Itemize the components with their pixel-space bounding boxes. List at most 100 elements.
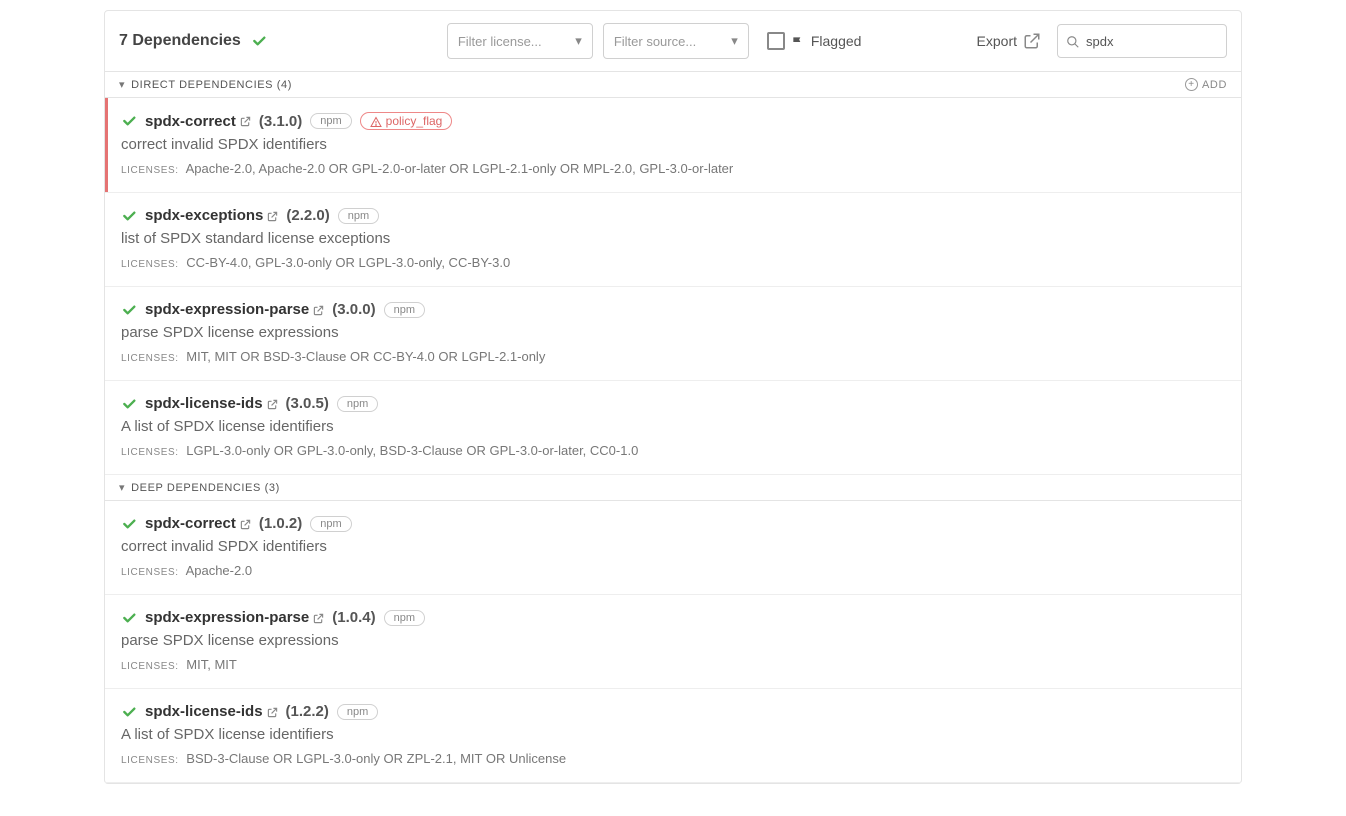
licenses-value: Apache-2.0, Apache-2.0 OR GPL-2.0-or-lat… — [186, 161, 734, 176]
dependency-version: (2.2.0) — [286, 207, 329, 224]
dependency-name-link[interactable]: spdx-correct — [145, 515, 251, 532]
source-pill: npm — [384, 610, 425, 626]
status-check-icon — [251, 33, 267, 49]
external-link-icon — [240, 113, 251, 130]
dependency-licenses: LICENSES: CC-BY-4.0, GPL-3.0-only OR LGP… — [121, 255, 1225, 270]
flag-label: policy_flag — [386, 114, 443, 128]
licenses-value: CC-BY-4.0, GPL-3.0-only OR LGPL-3.0-only… — [186, 255, 510, 270]
dependency-name-link[interactable]: spdx-correct — [145, 113, 251, 130]
status-check-icon — [121, 396, 137, 412]
dependency-description: correct invalid SPDX identifiers — [121, 136, 1225, 153]
search-box[interactable] — [1057, 24, 1227, 58]
filter-license-select[interactable]: Filter license... ▾ — [447, 23, 593, 59]
dependency-header: spdx-correct(1.0.2)npm — [121, 515, 1225, 532]
status-check-icon — [121, 516, 137, 532]
dependency-name-link[interactable]: spdx-expression-parse — [145, 609, 324, 626]
caret-down-icon: ▾ — [119, 78, 125, 91]
search-input[interactable] — [1086, 34, 1218, 49]
section-header[interactable]: ▾ DEEP DEPENDENCIES (3) — [105, 475, 1241, 501]
section-title: DEEP DEPENDENCIES (3) — [131, 482, 280, 494]
status-check-icon — [121, 113, 137, 129]
source-pill: npm — [338, 208, 379, 224]
source-pill: npm — [310, 113, 351, 129]
dependency-row: spdx-correct(1.0.2)npmcorrect invalid SP… — [105, 501, 1241, 595]
flagged-label: Flagged — [811, 33, 862, 49]
dependency-header: spdx-correct (3.1.0) npm policy_flag — [121, 112, 1225, 130]
status-check-icon — [121, 610, 137, 626]
external-link-icon — [267, 395, 278, 412]
licenses-value: Apache-2.0 — [186, 563, 253, 578]
licenses-label: LICENSES: — [121, 567, 179, 578]
flagged-checkbox[interactable] — [767, 32, 785, 50]
dependency-description: correct invalid SPDX identifiers — [121, 538, 1225, 555]
external-link-icon — [240, 515, 251, 532]
licenses-value: MIT, MIT — [186, 657, 237, 672]
licenses-label: LICENSES: — [121, 661, 179, 672]
add-button[interactable]: + ADD — [1185, 78, 1227, 91]
filter-license-placeholder: Filter license... — [458, 34, 542, 49]
dependency-version: (3.1.0) — [259, 113, 302, 130]
caret-down-icon: ▾ — [119, 481, 125, 494]
panel-header: 7 Dependencies Filter license... ▾ Filte… — [105, 11, 1241, 72]
caret-down-icon: ▾ — [575, 33, 582, 49]
dependency-name: spdx-exceptions — [145, 207, 263, 224]
source-pill: npm — [337, 396, 378, 412]
dependency-name: spdx-expression-parse — [145, 609, 309, 626]
export-label: Export — [977, 33, 1017, 49]
dependency-version: (1.0.4) — [332, 609, 375, 626]
dependency-version: (1.0.2) — [259, 515, 302, 532]
filter-source-select[interactable]: Filter source... ▾ — [603, 23, 749, 59]
dependency-row: spdx-exceptions(2.2.0)npmlist of SPDX st… — [105, 193, 1241, 287]
dependency-name-link[interactable]: spdx-exceptions — [145, 207, 278, 224]
licenses-label: LICENSES: — [121, 447, 179, 458]
filter-source-placeholder: Filter source... — [614, 34, 696, 49]
dependency-version: (3.0.0) — [332, 301, 375, 318]
dependency-row: spdx-license-ids(3.0.5)npm A list of SPDX… — [105, 381, 1241, 475]
dependency-row: spdx-expression-parse(3.0.0)npmparse SPD… — [105, 287, 1241, 381]
dependency-row: spdx-correct (3.1.0) npm policy_flagcorrect… — [105, 98, 1241, 193]
external-link-icon — [267, 207, 278, 224]
dependency-name-link[interactable]: spdx-expression-parse — [145, 301, 324, 318]
dependency-name-link[interactable]: spdx-license-ids — [145, 703, 278, 720]
external-link-icon — [267, 703, 278, 720]
caret-down-icon: ▾ — [731, 33, 738, 49]
add-label: ADD — [1202, 79, 1227, 91]
dependency-header: spdx-license-ids(3.0.5)npm — [121, 395, 1225, 412]
section-title: DIRECT DEPENDENCIES (4) — [131, 79, 292, 91]
dependency-version: (1.2.2) — [286, 703, 329, 720]
dependency-name: spdx-license-ids — [145, 395, 263, 412]
status-check-icon — [121, 302, 137, 318]
licenses-label: LICENSES: — [121, 165, 179, 176]
dependency-description: A list of SPDX license identifiers — [121, 418, 1225, 435]
dependency-row: spdx-expression-parse (1.0.4) npm parse SPD… — [105, 595, 1241, 689]
external-link-icon — [313, 609, 324, 626]
flag-icon — [791, 33, 805, 49]
dependency-header: spdx-expression-parse (3.0.0) npm — [121, 301, 1225, 318]
dependency-row: spdx-license-ids(1.2.2)npmA list of SPDX… — [105, 689, 1241, 783]
dependency-licenses: LICENSES: MIT, MIT OR BSD-3-Clause OR CC… — [121, 349, 1225, 364]
search-icon — [1066, 33, 1080, 49]
dependencies-panel: 7 Dependencies Filter license... ▾ Filte… — [104, 10, 1242, 784]
plus-icon: + — [1185, 78, 1198, 91]
page-title: 7 Dependencies — [119, 32, 241, 50]
licenses-value: LGPL-3.0-only OR GPL-3.0-only, BSD-3-Cla… — [186, 443, 638, 458]
licenses-label: LICENSES: — [121, 755, 179, 766]
section-header[interactable]: ▾ DIRECT DEPENDENCIES (4) + ADD — [105, 72, 1241, 98]
licenses-value: MIT, MIT OR BSD-3-Clause OR CC-BY-4.0 OR… — [186, 349, 545, 364]
source-pill: npm — [384, 302, 425, 318]
export-icon — [1023, 32, 1041, 50]
licenses-label: LICENSES: — [121, 259, 179, 270]
dependency-header: spdx-expression-parse (1.0.4) npm — [121, 609, 1225, 626]
dependency-header: spdx-exceptions (2.2.0) npm — [121, 207, 1225, 224]
export-button[interactable]: Export — [977, 32, 1041, 50]
dependency-licenses: LICENSES: Apache-2.0, Apache-2.0 OR GPL-… — [121, 161, 1225, 176]
dependency-name-link[interactable]: spdx-license-ids — [145, 395, 278, 412]
dependency-name: spdx-expression-parse — [145, 301, 309, 318]
dependency-name: spdx-license-ids — [145, 703, 263, 720]
flagged-filter[interactable]: Flagged — [767, 32, 862, 50]
dependency-licenses: LICENSES: LGPL-3.0-only OR GPL-3.0-only,… — [121, 443, 1225, 458]
status-check-icon — [121, 704, 137, 720]
status-check-icon — [121, 208, 137, 224]
dependency-licenses: LICENSES: MIT, MIT — [121, 657, 1225, 672]
dependency-description: parse SPDX license expressions — [121, 632, 1225, 649]
